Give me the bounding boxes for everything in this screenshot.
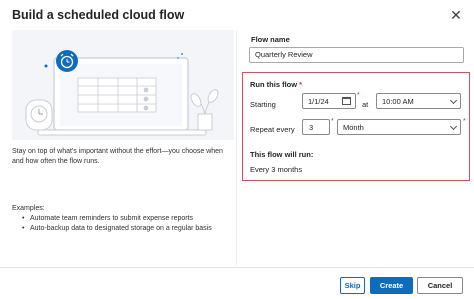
calendar-grid <box>77 77 157 113</box>
close-icon[interactable]: ✕ <box>449 8 463 22</box>
create-button[interactable]: Create <box>370 277 413 294</box>
list-item: Automate team reminders to submit expens… <box>22 214 234 224</box>
start-date-value: 1/1/24 <box>308 97 329 106</box>
run-this-flow-label: Run this flow * <box>250 80 302 89</box>
required-marker: * <box>331 118 334 125</box>
required-marker: * <box>299 80 303 89</box>
list-item: Auto-backup data to designated storage o… <box>22 224 234 234</box>
skip-button[interactable]: Skip <box>340 277 365 294</box>
cancel-button[interactable]: Cancel <box>417 277 463 294</box>
repeat-unit-value: Month <box>343 123 364 132</box>
run-label-text: Run this flow <box>250 80 298 89</box>
calendar-icon[interactable] <box>342 97 351 105</box>
dialog-title: Build a scheduled cloud flow <box>12 8 185 22</box>
start-time-dropdown[interactable]: 10:00 AM <box>376 93 461 109</box>
required-marker: * <box>463 118 466 125</box>
laptop-illustration <box>12 30 234 140</box>
desk-clock-icon <box>25 99 53 131</box>
chevron-down-icon <box>449 96 458 105</box>
panel-divider <box>236 30 237 265</box>
footer-divider <box>0 267 474 268</box>
chevron-down-icon <box>449 122 458 131</box>
flow-name-label: Flow name <box>251 35 290 44</box>
repeat-unit-dropdown[interactable]: Month <box>337 119 461 135</box>
repeat-every-label: Repeat every <box>250 125 295 134</box>
repeat-interval-value: 3 <box>309 123 314 132</box>
flow-description: Stay on top of what's important without … <box>12 148 223 165</box>
illustration <box>12 30 234 140</box>
start-date-picker[interactable]: 1/1/24 <box>302 93 356 109</box>
build-flow-dialog: Build a scheduled cloud flow ✕ Stay on t… <box>0 0 474 299</box>
will-run-label: This flow will run: <box>250 150 314 159</box>
starting-label: Starting <box>250 100 276 109</box>
will-run-value: Every 3 months <box>250 165 303 174</box>
examples-list: Automate team reminders to submit expens… <box>22 214 234 233</box>
examples-label: Examples: <box>12 205 45 212</box>
flow-name-input[interactable]: Quarterly Review <box>249 47 464 63</box>
alarm-clock-icon <box>56 50 78 72</box>
required-marker: * <box>357 92 360 99</box>
repeat-interval-input[interactable]: 3 <box>302 119 330 135</box>
start-time-value: 10:00 AM <box>382 97 414 106</box>
at-label: at <box>362 100 369 109</box>
